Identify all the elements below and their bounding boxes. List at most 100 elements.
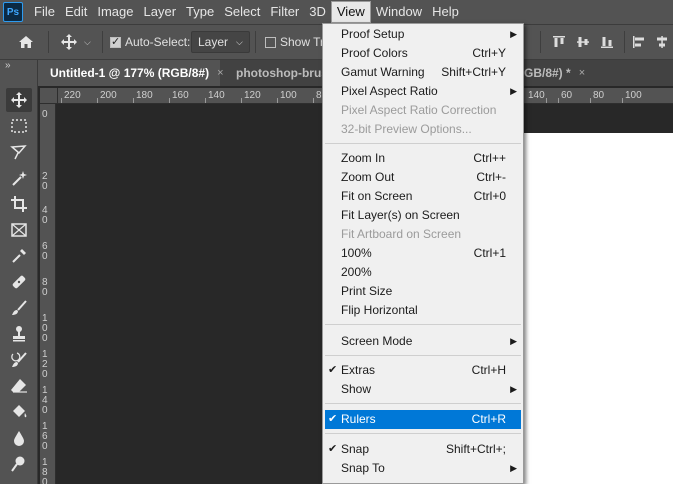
align-left-icon[interactable] bbox=[632, 35, 646, 49]
clone-stamp-tool[interactable] bbox=[6, 322, 32, 346]
photoshop-logo: Ps bbox=[3, 2, 23, 22]
tool-preset-picker[interactable]: ⌵ bbox=[60, 25, 91, 59]
lasso-tool[interactable] bbox=[6, 140, 32, 164]
paint-bucket-tool[interactable] bbox=[6, 400, 32, 424]
menu-item-200-percent[interactable]: 200% bbox=[325, 263, 521, 282]
chevron-down-icon: ⌵ bbox=[236, 36, 243, 47]
document-tab-third[interactable]: GB/8#) * × bbox=[522, 60, 673, 86]
menu-3d[interactable]: 3D bbox=[304, 0, 331, 24]
document-canvas[interactable] bbox=[523, 133, 673, 484]
menu-item-label: Extras bbox=[341, 363, 376, 377]
home-button[interactable] bbox=[18, 25, 34, 59]
submenu-arrow-icon: ▶ bbox=[510, 86, 517, 96]
menu-item-label: Flip Horizontal bbox=[341, 303, 418, 317]
menu-item-snap-to[interactable]: Snap To ▶ bbox=[325, 459, 521, 478]
menu-layer[interactable]: Layer bbox=[139, 0, 182, 24]
menu-item-shortcut: Ctrl+H bbox=[471, 363, 506, 377]
eyedropper-tool-icon bbox=[12, 249, 26, 263]
healing-brush-tool[interactable] bbox=[6, 270, 32, 294]
vertical-ruler[interactable]: 0 2 0 4 0 6 0 8 0 1 0 0 1 2 0 1 4 0 1 6 … bbox=[40, 104, 56, 484]
crop-tool[interactable] bbox=[6, 192, 32, 216]
ruler-tick bbox=[558, 98, 559, 103]
align-horizontal-center-icon[interactable] bbox=[655, 35, 669, 49]
menu-type[interactable]: Type bbox=[181, 0, 219, 24]
menu-item-screen-mode[interactable]: Screen Mode ▶ bbox=[325, 332, 521, 351]
menu-item-label: Proof Setup bbox=[341, 27, 405, 41]
eraser-tool[interactable] bbox=[6, 374, 32, 398]
ruler-origin[interactable] bbox=[40, 88, 58, 104]
ruler-tick bbox=[61, 98, 62, 103]
frame-tool-icon bbox=[11, 223, 27, 237]
menu-item-fit-layers-on-screen[interactable]: Fit Layer(s) on Screen bbox=[325, 206, 521, 225]
paint-bucket-tool-icon bbox=[13, 405, 27, 418]
ruler-tick bbox=[205, 98, 206, 103]
menu-view[interactable]: View bbox=[330, 1, 371, 23]
eyedropper-tool[interactable] bbox=[6, 244, 32, 268]
brush-tool[interactable] bbox=[6, 296, 32, 320]
menu-item-print-size[interactable]: Print Size bbox=[325, 282, 521, 301]
options-divider bbox=[540, 31, 541, 53]
document-tab-untitled[interactable]: Untitled-1 @ 177% (RGB/8#) × bbox=[38, 60, 224, 86]
blur-tool[interactable] bbox=[6, 426, 32, 450]
menu-item-proof-colors[interactable]: Proof Colors Ctrl+Y bbox=[325, 44, 521, 63]
menu-item-extras[interactable]: ✔ Extras Ctrl+H bbox=[325, 361, 521, 380]
align-vertical-center-icon[interactable] bbox=[576, 35, 590, 49]
move-tool[interactable] bbox=[6, 88, 32, 112]
collapse-panel-button[interactable]: » bbox=[5, 60, 11, 71]
menu-filter[interactable]: Filter bbox=[265, 0, 304, 24]
close-icon[interactable]: × bbox=[217, 67, 223, 79]
ruler-tick bbox=[313, 98, 314, 103]
close-icon[interactable]: × bbox=[579, 67, 585, 79]
menu-help[interactable]: Help bbox=[427, 0, 464, 24]
menu-item-pixel-aspect-ratio[interactable]: Pixel Aspect Ratio ▶ bbox=[325, 82, 521, 101]
align-bottom-icon[interactable] bbox=[600, 35, 614, 49]
menu-item-zoom-out[interactable]: Zoom Out Ctrl+- bbox=[325, 168, 521, 187]
clone-stamp-tool-icon bbox=[13, 326, 25, 342]
menu-item-shortcut: Shift+Ctrl+; bbox=[445, 442, 506, 456]
checkmark-icon: ✔ bbox=[328, 413, 338, 425]
ruler-label: 160 bbox=[172, 90, 189, 101]
align-top-icon[interactable] bbox=[552, 35, 566, 49]
menu-item-zoom-in[interactable]: Zoom In Ctrl++ bbox=[325, 149, 521, 168]
menu-item-show[interactable]: Show ▶ bbox=[325, 380, 521, 399]
marquee-tool-icon bbox=[11, 119, 27, 133]
menu-select[interactable]: Select bbox=[219, 0, 265, 24]
ruler-label: 0 bbox=[42, 109, 48, 120]
history-brush-tool[interactable] bbox=[6, 348, 32, 372]
menu-bar: Ps File Edit Image Layer Type Select Fil… bbox=[0, 0, 673, 24]
menu-item-100-percent[interactable]: 100% Ctrl+1 bbox=[325, 244, 521, 263]
menu-window[interactable]: Window bbox=[371, 0, 427, 24]
menu-separator bbox=[325, 403, 521, 404]
checkmark-icon: ✔ bbox=[328, 364, 338, 376]
menu-item-flip-horizontal[interactable]: Flip Horizontal bbox=[325, 301, 521, 320]
show-transform-checkbox[interactable]: Show Tra bbox=[265, 25, 331, 59]
ruler-label: 1 6 0 bbox=[42, 421, 48, 452]
ruler-label: 8 bbox=[316, 90, 322, 101]
menu-file[interactable]: File bbox=[29, 0, 60, 24]
auto-select-target-select[interactable]: Layer ⌵ bbox=[191, 25, 250, 59]
marquee-tool[interactable] bbox=[6, 114, 32, 138]
menu-item-snap[interactable]: ✔ Snap Shift+Ctrl+; bbox=[325, 440, 521, 459]
dodge-tool[interactable] bbox=[6, 452, 32, 476]
blur-tool-icon bbox=[14, 431, 24, 446]
menu-item-label: Screen Mode bbox=[341, 334, 413, 348]
auto-select-checkbox[interactable]: Auto-Select: bbox=[110, 25, 190, 59]
menu-edit[interactable]: Edit bbox=[60, 0, 92, 24]
menu-item-proof-setup[interactable]: Proof Setup ▶ bbox=[325, 25, 521, 44]
history-brush-tool-icon bbox=[11, 352, 27, 367]
menu-item-fit-on-screen[interactable]: Fit on Screen Ctrl+0 bbox=[325, 187, 521, 206]
menu-item-label: Fit Layer(s) on Screen bbox=[341, 208, 460, 222]
menu-image[interactable]: Image bbox=[92, 0, 138, 24]
menu-item-shortcut: Ctrl+Y bbox=[472, 46, 506, 60]
menu-separator bbox=[325, 143, 521, 144]
options-divider bbox=[48, 31, 49, 53]
frame-tool[interactable] bbox=[6, 218, 32, 242]
eraser-tool-icon bbox=[11, 379, 27, 393]
document-tab-label: GB/8#) * bbox=[524, 66, 571, 80]
menu-item-rulers[interactable]: ✔ Rulers Ctrl+R bbox=[325, 410, 521, 429]
ruler-label: 0 bbox=[42, 181, 48, 192]
magic-wand-tool[interactable] bbox=[6, 166, 32, 190]
menu-item-gamut-warning[interactable]: Gamut Warning Shift+Ctrl+Y bbox=[325, 63, 521, 82]
checkbox-checked-icon bbox=[110, 35, 121, 48]
document-tab-photoshop-brush[interactable]: photoshop-brush bbox=[224, 60, 324, 86]
